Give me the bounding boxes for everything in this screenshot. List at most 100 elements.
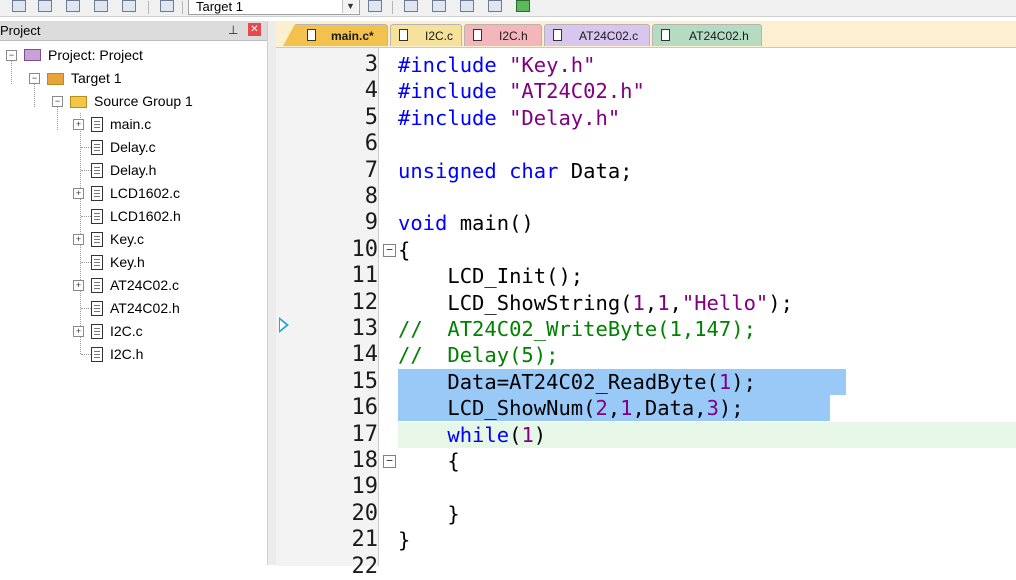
file-icon [91,232,103,247]
build-icon[interactable] [12,0,26,12]
project-icon [24,49,41,61]
pin-icon[interactable]: ⊥ [228,23,238,37]
pane-splitter[interactable] [268,21,276,565]
file-icon [91,324,103,339]
manage-components-icon[interactable] [404,0,418,12]
code-line[interactable]: #include "Key.h" [398,52,596,78]
tree-item-delay-c[interactable]: Delay.c [0,138,266,158]
rebuild-icon[interactable] [38,0,52,12]
expand-icon[interactable]: + [73,280,84,291]
tree-item-label: Key.h [110,254,145,270]
line-number: 10 [351,236,379,262]
tree-connector [81,354,91,355]
chevron-down-icon[interactable]: ▼ [342,0,358,13]
tree-item-lcd1602-h[interactable]: LCD1602.h [0,207,266,227]
tree-item-label: I2C.c [110,323,143,339]
code-line[interactable]: LCD_Init(); [398,263,583,289]
file-extensions-icon[interactable] [432,0,446,12]
tab-label: main.c* [331,29,374,43]
expand-icon[interactable]: + [73,119,84,130]
file-icon [91,209,103,224]
tree-item-label: AT24C02.c [110,277,179,293]
tree-item-source-group-1[interactable]: − Source Group 1 [0,92,266,112]
fold-toggle-icon[interactable]: − [383,243,396,257]
collapse-icon[interactable]: − [52,96,63,107]
file-icon [399,29,408,41]
code-line[interactable]: } [398,501,459,527]
code-line[interactable]: void main() [398,210,534,236]
tree-item-key-h[interactable]: Key.h [0,253,266,273]
line-number: 7 [364,157,378,183]
tree-item-i2c-h[interactable]: I2C.h [0,345,266,365]
tree-item-project-project[interactable]: − Project: Project [0,46,266,66]
expand-icon[interactable]: + [73,234,84,245]
pack-installer-icon[interactable] [460,0,474,12]
select-packs-icon[interactable] [488,0,502,12]
tree-item-label: LCD1602.c [110,185,181,201]
code-line[interactable]: while(1) [398,422,546,448]
line-number: 3 [364,52,378,77]
line-number: 16 [351,395,379,421]
code-line[interactable]: unsigned char Data; [398,158,633,184]
close-icon[interactable]: ✕ [248,23,261,36]
tree-item-label: Target 1 [71,70,122,86]
tree-item-main-c[interactable]: + main.c [0,115,266,135]
file-icon [307,29,316,41]
tree-item-label: Key.c [110,231,144,247]
file-icon [91,186,103,201]
line-number: 18 [351,448,379,473]
tree-connector [81,216,91,217]
flash-icon[interactable] [160,0,174,12]
tree-item-at24c02-c[interactable]: + AT24C02.c [0,276,266,296]
download-icon[interactable] [122,0,136,12]
code-line[interactable]: { [398,237,410,263]
tree-connector [81,262,91,263]
line-number: 22 [351,553,379,579]
target-options-icon[interactable] [368,0,382,12]
project-pane-title: Project [0,23,41,38]
tab-main-c[interactable]: main.c* [283,24,388,46]
line-number: 6 [364,131,378,157]
expand-icon[interactable]: + [73,188,84,199]
tree-item-label: Delay.h [110,162,157,178]
collapse-icon[interactable]: − [29,73,40,84]
collapse-icon[interactable]: − [6,50,17,61]
tree-item-at24c02-h[interactable]: AT24C02.h [0,299,266,319]
tree-connector [81,308,91,309]
line-number: 19 [351,474,379,500]
fold-toggle-icon[interactable]: − [383,455,396,468]
stop-build-icon[interactable] [94,0,108,12]
tab-i2c-c[interactable]: I2C.c [390,24,462,46]
code-line[interactable]: #include "Delay.h" [398,105,620,131]
tab-i2c-h[interactable]: I2C.h [464,24,542,46]
rte-icon[interactable] [516,0,530,12]
file-icon [553,29,562,41]
tree-item-delay-h[interactable]: Delay.h [0,161,266,181]
toolbar-separator [392,1,393,14]
tree-connector [81,170,91,171]
tab-at24c02-c[interactable]: AT24C02.c [544,24,650,46]
code-line[interactable]: { [398,448,459,474]
code-line[interactable]: LCD_ShowNum(2,1,Data,3); [398,395,743,421]
batch-build-icon[interactable] [66,0,80,12]
tab-at24c02-h[interactable]: AT24C02.h [652,24,762,46]
tree-item-label: Delay.c [110,139,156,155]
tree-item-label: Source Group 1 [94,93,193,109]
code-line[interactable]: Data=AT24C02_ReadByte(1); [398,369,756,395]
code-line[interactable]: LCD_ShowString(1,1,"Hello"); [398,290,793,316]
expand-icon[interactable]: + [73,326,84,337]
code-line[interactable]: #include "AT24C02.h" [398,78,645,104]
tree-item-target-1[interactable]: − Target 1 [0,69,266,89]
tree-item-lcd1602-c[interactable]: + LCD1602.c [0,184,266,204]
tree-connector [81,147,91,148]
code-editor[interactable]: 3 4 5 6 7 8 9 10 11 12 13 14 15 16 17 18 19 20 21 22 #inclu… [276,47,1016,579]
tree-item-key-c[interactable]: + Key.c [0,230,266,250]
tree-item-i2c-c[interactable]: + I2C.c [0,322,266,342]
code-line[interactable]: // AT24C02_WriteByte(1,147); [398,316,756,342]
code-line[interactable]: // Delay(5); [398,342,558,368]
file-icon [91,117,103,132]
target-select[interactable]: Target 1 ▼ [188,0,360,15]
line-number: 12 [351,289,379,315]
file-icon [91,278,103,293]
code-line[interactable]: } [398,527,410,553]
